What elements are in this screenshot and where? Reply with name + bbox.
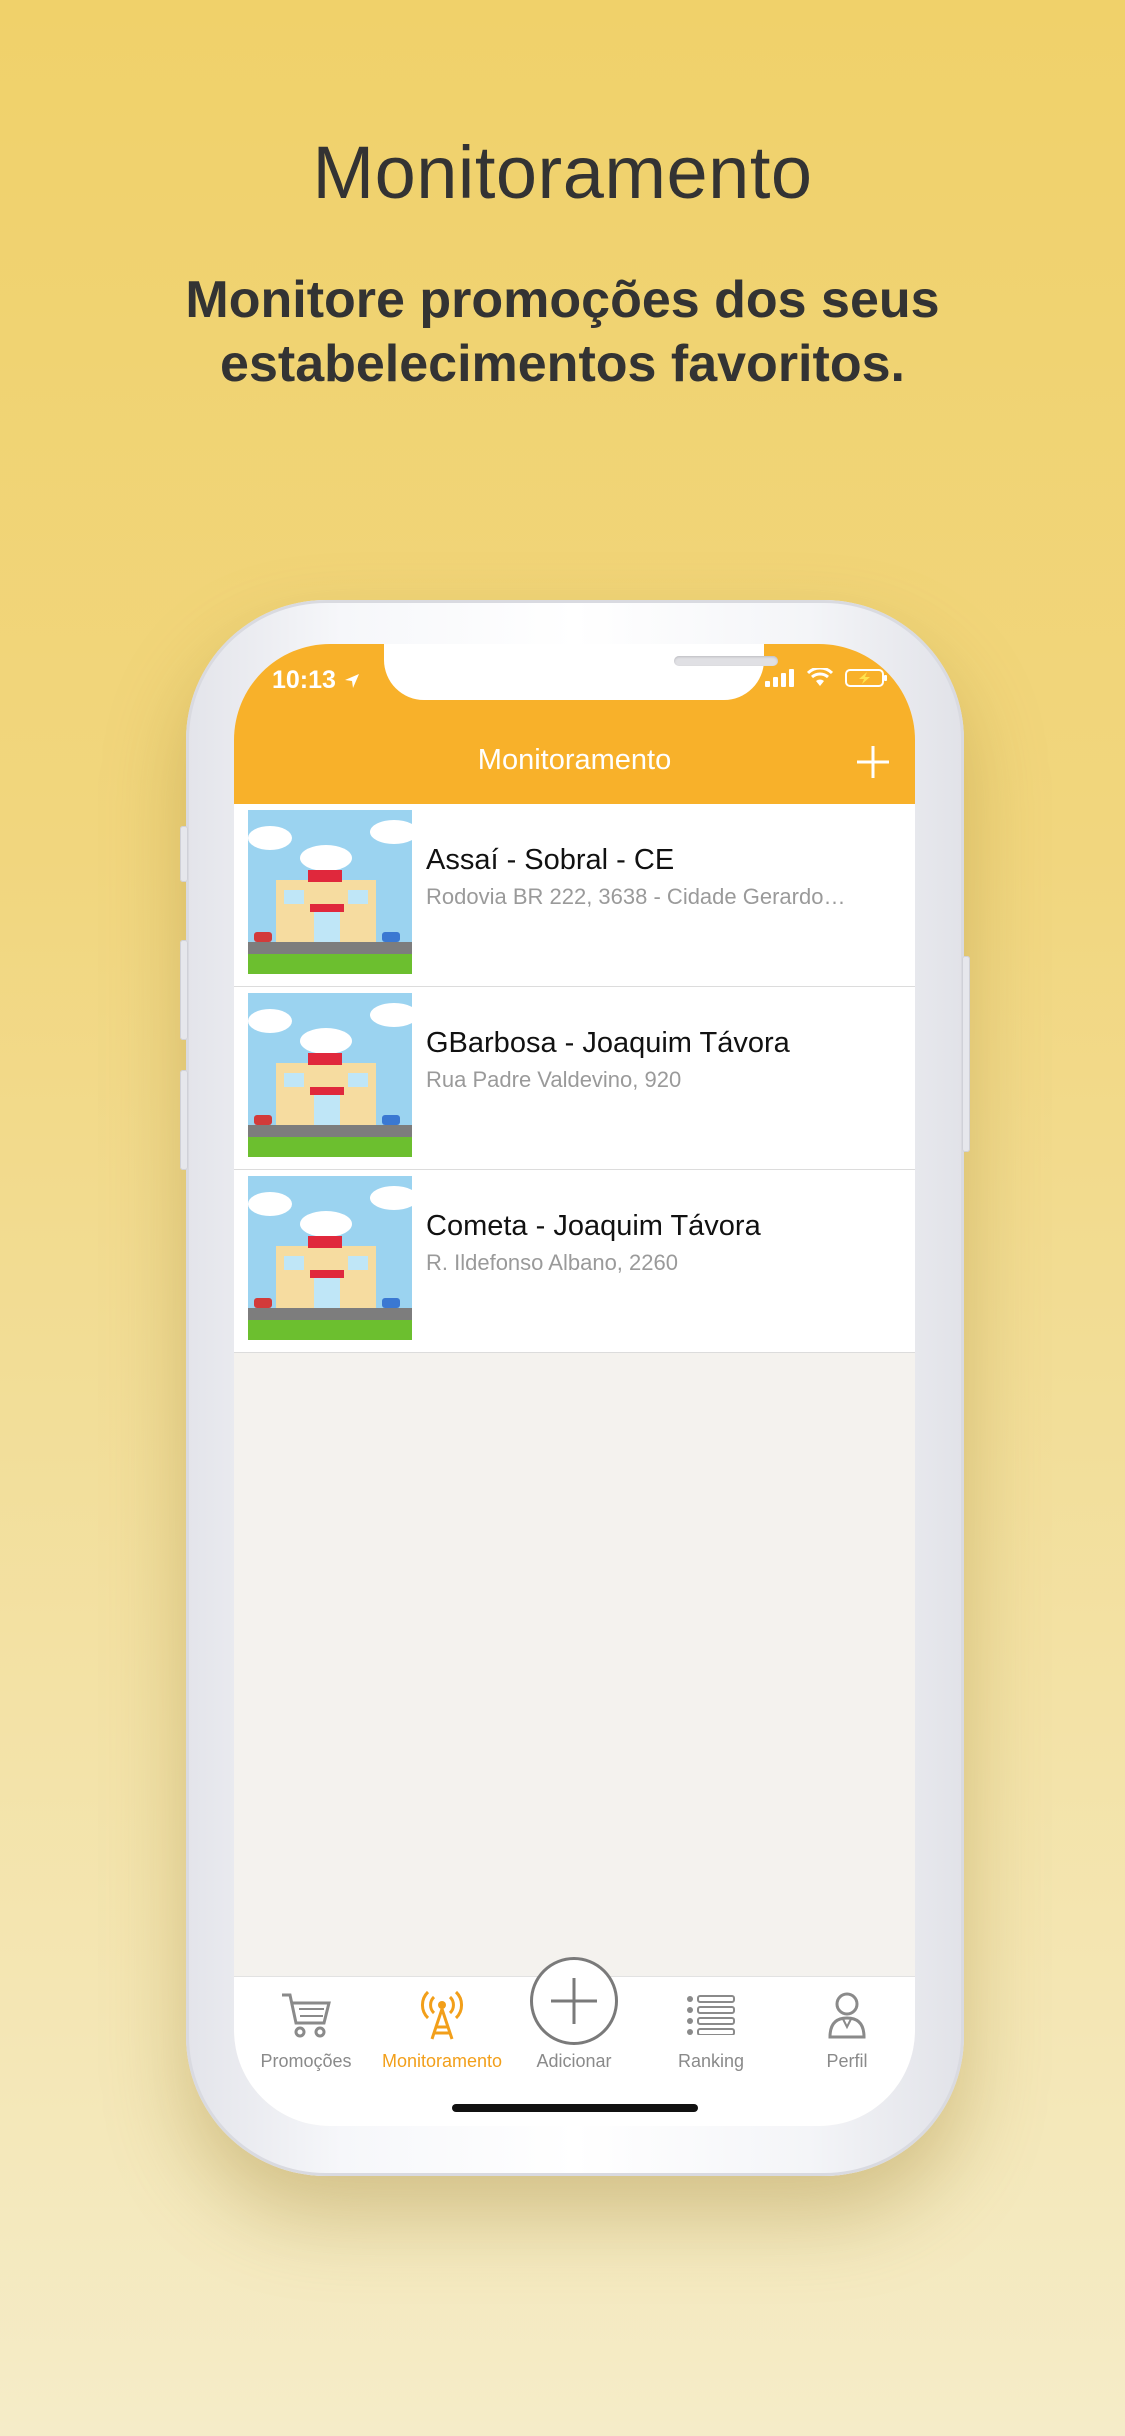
store-row-cometa[interactable]: Cometa - Joaquim Távora R. Ildefonso Alb…	[234, 1170, 915, 1353]
add-button[interactable]	[530, 1957, 618, 2045]
list-icon	[687, 1995, 735, 2035]
tab-adicionar-label[interactable]: Adicionar	[506, 2051, 642, 2072]
status-time-text: 10:13	[272, 666, 336, 694]
battery-charging-icon	[845, 669, 887, 687]
location-arrow-icon	[344, 674, 359, 688]
phone-screen: 10:13 Monitoramento Assaí - Sobral - CE …	[234, 644, 915, 2126]
speaker-grille	[674, 656, 778, 666]
promo-subhead: Monitore promoções dos seus estabelecime…	[0, 268, 1125, 396]
signal-icon	[765, 669, 794, 687]
antenna-icon	[421, 1990, 463, 2040]
tab-promocoes[interactable]: Promoções	[238, 1985, 374, 2072]
promo-subhead-line-1: Monitore promoções dos seus	[185, 271, 940, 329]
tab-label: Promoções	[260, 2051, 352, 2071]
tab-label: Monitoramento	[381, 2051, 503, 2071]
store-row-gbarbosa[interactable]: GBarbosa - Joaquim Távora Rua Padre Vald…	[234, 987, 915, 1170]
promo-subhead-line-2: estabelecimentos favoritos.	[220, 335, 905, 393]
status-bar-time: 10:13	[272, 666, 361, 695]
phone-volume-up	[180, 940, 188, 1040]
status-icons	[765, 668, 889, 688]
notch	[384, 644, 778, 700]
nav-bar: 10:13 Monitoramento	[234, 644, 915, 804]
person-icon	[828, 1992, 866, 2039]
store-name: GBarbosa - Joaquim Távora	[426, 1027, 790, 1059]
promo-headline: Monitoramento	[312, 131, 813, 214]
store-address: R. Ildefonso Albano, 2260	[426, 1250, 678, 1275]
store-address: Rua Padre Valdevino, 920	[426, 1067, 682, 1092]
tab-label: Perfil	[826, 2051, 868, 2071]
plus-icon[interactable]	[853, 742, 893, 782]
store-address: Rodovia BR 222, 3638 - Cidade Gerardo…	[426, 884, 846, 909]
phone-power-button	[962, 956, 970, 1152]
tab-perfil[interactable]: Perfil	[779, 1985, 915, 2072]
tab-ranking[interactable]: Ranking	[643, 1985, 779, 2072]
store-thumbnail	[248, 993, 412, 1157]
plus-circle-icon	[551, 1978, 597, 2024]
store-name: Cometa - Joaquim Távora	[426, 1210, 761, 1242]
wifi-icon	[807, 668, 833, 686]
tab-monitoramento[interactable]: Monitoramento	[374, 1985, 510, 2072]
home-indicator[interactable]	[452, 2104, 698, 2112]
tab-label: Ranking	[677, 2051, 745, 2071]
store-thumbnail	[248, 1176, 412, 1340]
store-list: Assaí - Sobral - CE Rodovia BR 222, 3638…	[234, 804, 915, 1353]
phone-volume-down	[180, 1070, 188, 1170]
store-name: Assaí - Sobral - CE	[426, 844, 675, 876]
phone-mute-switch	[180, 826, 188, 882]
store-thumbnail	[248, 810, 412, 974]
nav-title: Monitoramento	[477, 744, 672, 776]
store-row-assai[interactable]: Assaí - Sobral - CE Rodovia BR 222, 3638…	[234, 804, 915, 987]
cart-icon	[282, 1993, 331, 2038]
